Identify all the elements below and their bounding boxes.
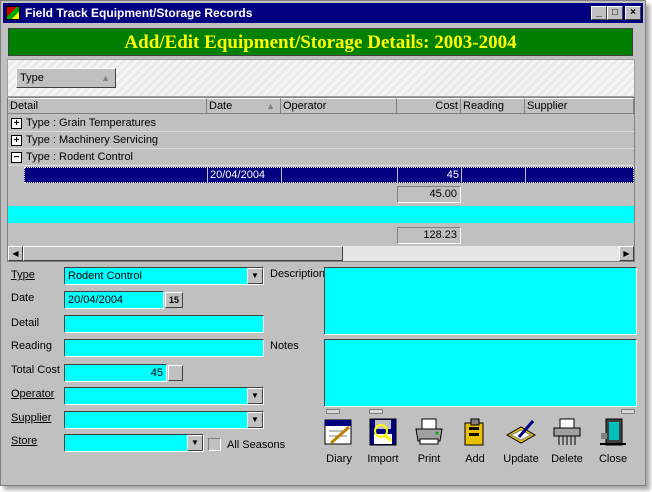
- cell-cost: 45: [398, 168, 462, 184]
- diary-label: Diary: [326, 453, 352, 465]
- add-label: Add: [465, 453, 485, 465]
- scroll-thumb[interactable]: [23, 246, 343, 261]
- notes-label: Notes: [270, 340, 299, 352]
- detail-label: Detail: [11, 317, 40, 329]
- store-label: Store: [11, 435, 38, 447]
- column-header-supplier[interactable]: Supplier: [525, 98, 634, 114]
- notes-textarea[interactable]: [324, 339, 637, 407]
- chevron-down-icon[interactable]: ▼: [247, 388, 263, 404]
- close-button[interactable]: Close: [591, 417, 635, 467]
- minimize-button[interactable]: _: [591, 6, 607, 20]
- chevron-down-icon[interactable]: ▼: [187, 435, 203, 451]
- column-header-date-label: Date: [209, 100, 233, 112]
- exit-door-icon: [600, 418, 626, 446]
- type-label: Type: [11, 269, 35, 281]
- column-header-operator[interactable]: Operator: [281, 98, 397, 114]
- cell-operator: [282, 168, 398, 184]
- delete-label: Delete: [551, 453, 583, 465]
- grand-total-cost: 128.23: [397, 227, 461, 244]
- close-label: Close: [598, 453, 628, 465]
- column-header-date[interactable]: Date ▲: [207, 98, 281, 114]
- group-by-panel: Type ▲: [7, 59, 635, 97]
- records-grid[interactable]: Detail Date ▲ Operator Cost Reading Supp…: [7, 97, 635, 262]
- printer-icon: [415, 418, 443, 445]
- import-button[interactable]: Import: [361, 417, 405, 467]
- scroll-thumb[interactable]: [369, 409, 383, 414]
- horizontal-scrollbar[interactable]: ◀ ▶: [8, 246, 634, 261]
- scroll-thumb[interactable]: [326, 409, 340, 414]
- sort-up-icon: ▲: [101, 73, 110, 83]
- title-bar[interactable]: Field Track Equipment/Storage Records _ …: [3, 3, 643, 23]
- group-row-rodent-control[interactable]: − Type : Rodent Control: [8, 149, 634, 166]
- column-header-detail[interactable]: Detail: [8, 98, 207, 114]
- group-row-grain-temperatures[interactable]: + Type : Grain Temperatures: [8, 115, 634, 132]
- expand-icon[interactable]: +: [11, 135, 22, 146]
- cell-reading: [462, 168, 526, 184]
- close-window-button[interactable]: ×: [625, 6, 641, 20]
- reading-input[interactable]: [64, 339, 264, 357]
- total-cost-input[interactable]: 45: [64, 364, 167, 382]
- group-row-machinery-servicing[interactable]: + Type : Machinery Servicing: [8, 132, 634, 149]
- operator-label: Operator: [11, 388, 55, 400]
- scroll-left-icon[interactable]: ◀: [8, 246, 23, 261]
- update-button[interactable]: Update: [499, 417, 543, 467]
- group-label: Type : Rodent Control: [26, 151, 134, 163]
- supplier-label: Supplier: [11, 412, 52, 424]
- description-label: Description: [270, 268, 326, 280]
- column-header-reading[interactable]: Reading: [461, 98, 525, 114]
- import-label: Import: [367, 453, 399, 465]
- scroll-thumb[interactable]: [621, 409, 635, 414]
- table-row-selected[interactable]: 20/04/2004 45: [24, 167, 634, 184]
- supplier-select[interactable]: ▼: [64, 411, 264, 429]
- maximize-button[interactable]: □: [607, 6, 623, 20]
- cell-detail: [25, 168, 208, 184]
- calculator-button[interactable]: [168, 365, 183, 381]
- all-seasons-checkbox[interactable]: [208, 438, 221, 451]
- import-icon: [369, 418, 397, 446]
- group-by-type-chip[interactable]: Type ▲: [16, 68, 116, 88]
- print-button[interactable]: Print: [407, 417, 451, 467]
- type-select-value: Rodent Control: [68, 270, 142, 282]
- calendar-button[interactable]: 15: [165, 292, 183, 308]
- all-seasons-label: All Seasons: [227, 439, 286, 451]
- date-input[interactable]: 20/04/2004: [64, 291, 164, 309]
- update-label: Update: [503, 453, 539, 465]
- total-cost-label: Total Cost: [11, 364, 60, 376]
- scroll-right-icon[interactable]: ▶: [619, 246, 634, 261]
- group-total-cost: 45.00: [397, 186, 461, 203]
- detail-input[interactable]: [64, 315, 264, 333]
- chevron-down-icon[interactable]: ▼: [247, 412, 263, 428]
- diary-icon: [324, 419, 352, 445]
- collapse-icon[interactable]: −: [11, 152, 22, 163]
- add-record-icon: [464, 418, 484, 446]
- reading-label: Reading: [11, 340, 52, 352]
- date-label: Date: [11, 292, 35, 304]
- main-window: Field Track Equipment/Storage Records _ …: [0, 0, 646, 486]
- column-header-cost[interactable]: Cost: [397, 98, 461, 114]
- new-record-row[interactable]: [8, 206, 634, 223]
- window-title: Field Track Equipment/Storage Records: [25, 6, 253, 20]
- diary-button[interactable]: Diary: [317, 417, 361, 467]
- description-textarea[interactable]: [324, 267, 637, 335]
- cell-supplier: [526, 168, 633, 184]
- sort-up-icon: ▲: [266, 101, 275, 111]
- shredder-icon: [553, 418, 581, 445]
- group-label: Type : Machinery Servicing: [26, 134, 159, 146]
- page-heading: Add/Edit Equipment/Storage Details: 2003…: [8, 28, 633, 56]
- store-select[interactable]: ▼: [64, 434, 204, 452]
- app-icon: [6, 6, 20, 20]
- print-label: Print: [417, 453, 441, 465]
- notes-scrollbar[interactable]: [324, 409, 637, 414]
- type-select[interactable]: Rodent Control ▼: [64, 267, 264, 285]
- cell-date: 20/04/2004: [208, 168, 282, 184]
- delete-button[interactable]: Delete: [545, 417, 589, 467]
- group-label: Type : Grain Temperatures: [26, 117, 157, 129]
- add-button[interactable]: Add: [453, 417, 497, 467]
- chevron-down-icon[interactable]: ▼: [247, 268, 263, 284]
- group-chip-label: Type: [20, 72, 44, 84]
- update-book-icon: [505, 420, 537, 444]
- operator-select[interactable]: ▼: [64, 387, 264, 405]
- expand-icon[interactable]: +: [11, 118, 22, 129]
